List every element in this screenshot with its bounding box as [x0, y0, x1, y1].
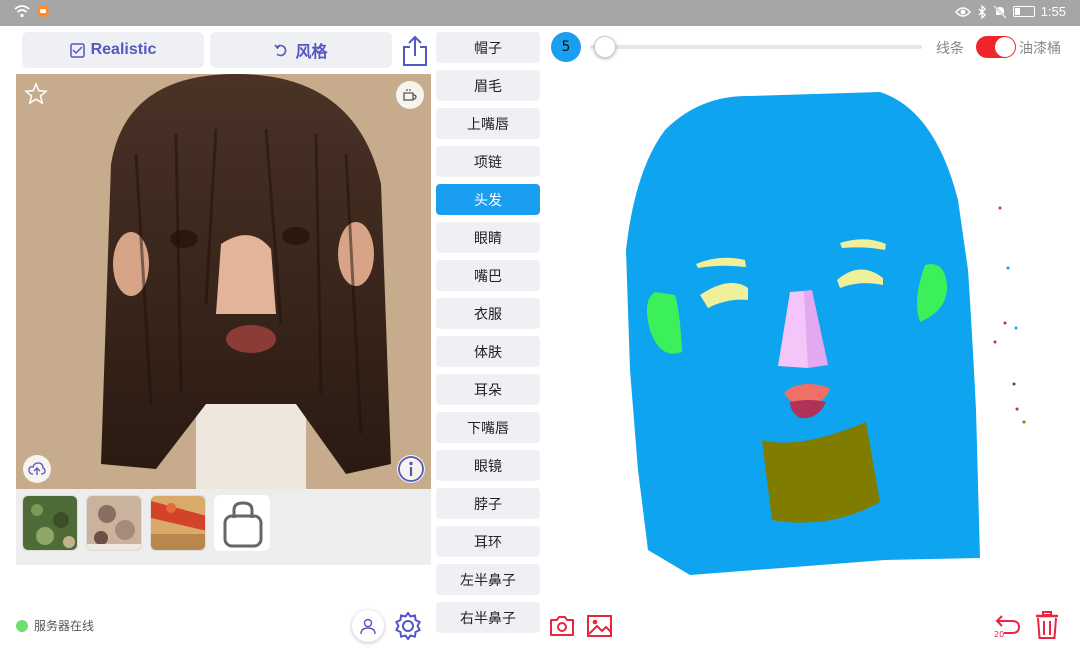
wifi-icon — [14, 5, 30, 18]
part-item[interactable]: 头发 — [436, 184, 540, 215]
part-item[interactable]: 下嘴唇 — [436, 412, 540, 443]
bag-icon — [223, 501, 263, 548]
part-item[interactable]: 衣服 — [436, 298, 540, 329]
style-label: 风格 — [295, 44, 328, 61]
line-mode-label: 线条 — [936, 41, 964, 57]
stray-dot — [1006, 266, 1010, 270]
camera-icon[interactable] — [549, 614, 575, 638]
fill-mode-toggle[interactable] — [976, 36, 1016, 58]
gallery-icon[interactable] — [586, 614, 613, 638]
part-item[interactable]: 眼睛 — [436, 222, 540, 253]
user-icon — [360, 618, 376, 635]
coffee-icon — [403, 89, 417, 101]
part-item[interactable]: 项链 — [436, 146, 540, 177]
part-item[interactable]: 帽子 — [436, 32, 540, 63]
info-icon — [398, 456, 424, 482]
part-item[interactable]: 耳环 — [436, 526, 540, 557]
brush-size-track[interactable] — [590, 45, 922, 49]
part-item[interactable]: 耳朵 — [436, 374, 540, 405]
favorite-button[interactable] — [22, 80, 50, 108]
stray-dot — [1014, 326, 1018, 330]
server-status: 服务器在线 — [16, 617, 94, 634]
part-item[interactable]: 体肤 — [436, 336, 540, 367]
toggle-knob — [995, 37, 1015, 57]
gear-icon[interactable] — [392, 610, 424, 642]
coffee-button[interactable] — [396, 81, 424, 109]
part-item[interactable]: 右半鼻子 — [436, 602, 540, 633]
style-thumbnail-strip — [16, 489, 431, 565]
style-thumbnail-more[interactable] — [214, 495, 270, 551]
style-thumbnail[interactable] — [22, 495, 78, 551]
undo-button[interactable]: 20 — [994, 612, 1022, 640]
realistic-label: Realistic — [90, 41, 157, 58]
battery-icon — [1012, 6, 1035, 17]
share-icon[interactable] — [400, 34, 430, 68]
account-button[interactable] — [352, 610, 384, 642]
image-icon — [69, 42, 85, 58]
upload-icon — [28, 462, 46, 475]
undo-count: 20 — [994, 630, 1005, 639]
part-item[interactable]: 嘴巴 — [436, 260, 540, 291]
clock: 1:55 — [1040, 4, 1066, 19]
star-icon — [24, 82, 48, 105]
status-bar: 1:55 — [0, 0, 1080, 26]
part-item[interactable]: 眉毛 — [436, 70, 540, 101]
part-item[interactable]: 脖子 — [436, 488, 540, 519]
undo-icon — [274, 43, 287, 56]
stray-dot — [1012, 382, 1016, 386]
server-status-label: 服务器在线 — [34, 619, 95, 633]
stray-dot — [993, 340, 997, 344]
style-thumbnail[interactable] — [86, 495, 142, 551]
upload-button[interactable] — [23, 455, 51, 483]
mute-icon — [992, 4, 1007, 19]
brush-size-thumb[interactable] — [594, 36, 617, 58]
notification-icon — [37, 5, 49, 17]
trash-icon[interactable] — [1034, 610, 1060, 640]
part-item[interactable]: 上嘴唇 — [436, 108, 540, 139]
face-part-list: 帽子眉毛上嘴唇项链头发眼睛嘴巴衣服体肤耳朵下嘴唇眼镜脖子耳环左半鼻子右半鼻子 — [436, 32, 540, 644]
fill-mode-label: 油漆桶 — [1019, 41, 1061, 57]
realistic-button[interactable]: Realistic — [22, 32, 204, 68]
style-thumbnail[interactable] — [150, 495, 206, 551]
part-item[interactable]: 眼镜 — [436, 450, 540, 481]
hair-portrait — [16, 74, 431, 489]
part-item[interactable]: 左半鼻子 — [436, 564, 540, 595]
stray-dot — [998, 206, 1002, 210]
result-photo — [16, 74, 431, 489]
eye-icon — [954, 6, 971, 17]
info-button[interactable] — [397, 455, 425, 483]
stray-dot — [1015, 407, 1019, 411]
style-button[interactable]: 风格 — [210, 32, 392, 68]
online-indicator — [16, 619, 28, 632]
brush-size-badge: 5 — [551, 32, 581, 62]
stray-dot — [1022, 420, 1026, 424]
drawing-canvas[interactable] — [550, 70, 1080, 610]
stray-dot — [1003, 321, 1007, 325]
bluetooth-icon — [978, 4, 986, 19]
